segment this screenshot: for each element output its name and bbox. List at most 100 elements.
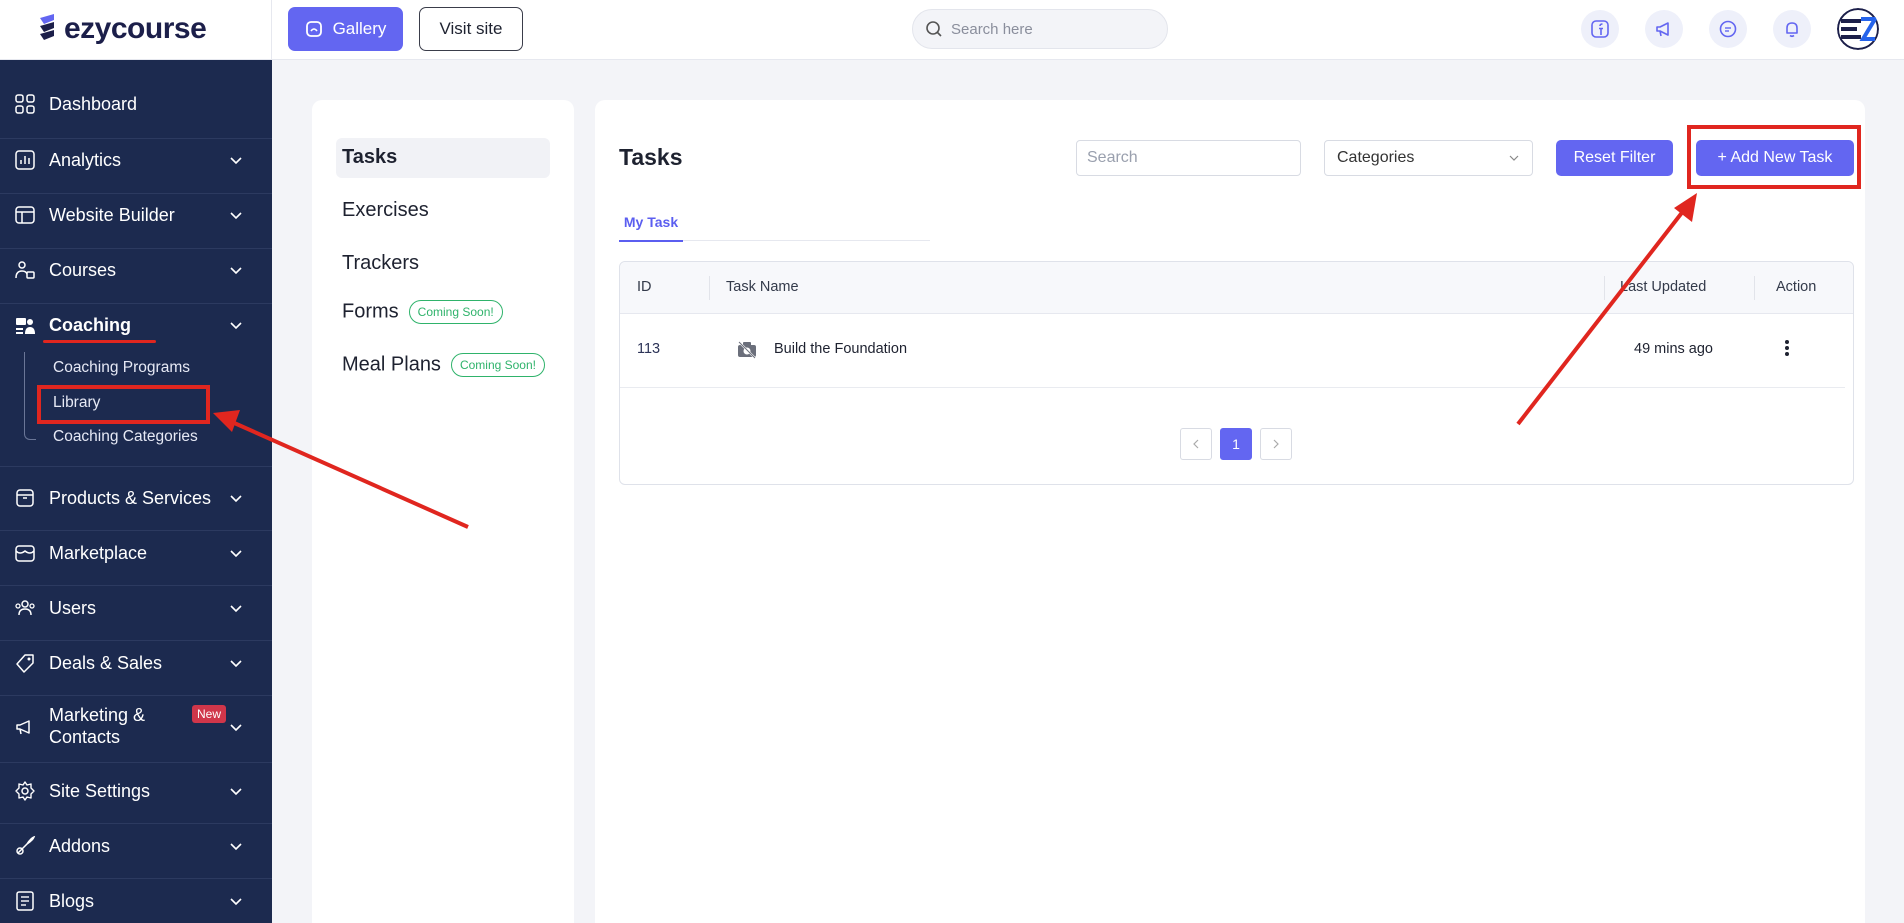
sidebar-subitem-library[interactable]: Library <box>53 394 100 412</box>
chevron-down-icon <box>230 605 242 613</box>
tasks-table: ID Task Name Last Updated Action 113 Bui… <box>619 261 1854 485</box>
chevron-down-icon <box>1509 155 1519 161</box>
chevron-down-icon <box>230 788 242 796</box>
more-vertical-icon <box>1785 340 1789 356</box>
task-name[interactable]: Build the Foundation <box>774 341 907 357</box>
column-header-last-updated: Last Updated <box>1620 279 1707 295</box>
pagination-next[interactable] <box>1260 428 1292 460</box>
deals-icon <box>13 651 37 675</box>
sidebar-divider <box>0 138 272 139</box>
announcement-button[interactable] <box>1645 10 1683 48</box>
sidebar-item-website-builder[interactable]: Website Builder <box>0 202 272 228</box>
sidebar-divider <box>0 878 272 879</box>
library-item-tasks[interactable]: Tasks <box>342 146 397 169</box>
page-title: Tasks <box>619 144 683 170</box>
sidebar-item-label: Analytics <box>49 150 122 170</box>
sidebar-item-marketplace[interactable]: Marketplace <box>0 540 272 566</box>
sidebar-item-products[interactable]: Products & Services <box>0 485 272 511</box>
library-item-exercises[interactable]: Exercises <box>342 199 429 222</box>
analytics-icon <box>13 148 37 172</box>
search-icon <box>926 21 942 37</box>
sidebar-item-addons[interactable]: Addons <box>0 833 272 859</box>
sidebar-item-deals[interactable]: Deals & Sales <box>0 650 272 676</box>
main-panel: Tasks Categories Reset Filter + Add New … <box>595 100 1865 923</box>
coaching-annotation-underline <box>43 340 156 343</box>
sidebar-divider <box>0 585 272 586</box>
library-item-forms[interactable]: Forms Coming Soon! <box>342 300 503 324</box>
chevron-down-icon <box>230 724 242 732</box>
sidebar-item-label: Blogs <box>49 891 95 911</box>
sidebar-item-label: Courses <box>49 260 117 280</box>
sidebar-subitem-coaching-categories[interactable]: Coaching Categories <box>53 428 198 446</box>
new-badge: New <box>192 705 227 723</box>
addons-icon <box>13 834 37 858</box>
task-search[interactable] <box>1076 140 1301 176</box>
library-item-meal-plans[interactable]: Meal Plans Coming Soon! <box>342 353 545 377</box>
chevron-down-icon <box>230 212 242 220</box>
chevron-down-icon <box>230 660 242 668</box>
sidebar-item-coaching[interactable]: Coaching <box>0 312 272 338</box>
gallery-label: Gallery <box>332 19 387 38</box>
task-search-input[interactable] <box>1087 149 1294 167</box>
sidebar-item-label: Products & Services <box>49 488 212 508</box>
pagination-page[interactable]: 1 <box>1220 428 1252 460</box>
sidebar-item-label: Deals & Sales <box>49 653 163 673</box>
marketing-icon <box>13 715 37 739</box>
column-separator <box>1754 276 1755 300</box>
sidebar-divider <box>0 640 272 641</box>
categories-select[interactable]: Categories <box>1324 140 1533 176</box>
sidebar-item-users[interactable]: Users <box>0 595 272 621</box>
chevron-down-icon <box>230 843 242 851</box>
sidebar-item-label: Addons <box>49 836 111 856</box>
sidebar-subitem-coaching-programs[interactable]: Coaching Programs <box>53 359 190 377</box>
sidebar-item-label: Site Settings <box>49 781 151 801</box>
task-last-updated: 49 mins ago <box>1634 341 1713 357</box>
categories-select-value: Categories <box>1337 149 1415 166</box>
global-search[interactable] <box>912 9 1168 49</box>
column-separator <box>1604 276 1605 300</box>
notifications-button[interactable] <box>1773 10 1811 48</box>
chat-icon <box>1719 20 1737 38</box>
table-row[interactable]: 113 Build the Foundation 49 mins ago <box>620 315 1845 388</box>
marketplace-icon <box>13 541 37 565</box>
global-search-input[interactable] <box>951 20 1151 38</box>
brand-logo[interactable]: ezycourse <box>36 12 207 46</box>
visit-site-button[interactable]: Visit site <box>419 7 523 51</box>
table-header: ID Task Name Last Updated Action <box>620 262 1853 314</box>
facebook-button[interactable] <box>1581 10 1619 48</box>
bell-icon <box>1786 22 1798 38</box>
coaching-icon <box>13 313 37 337</box>
column-header-id: ID <box>637 279 652 295</box>
reset-filter-button[interactable]: Reset Filter <box>1556 140 1673 176</box>
sidebar-item-dashboard[interactable]: Dashboard <box>0 91 272 117</box>
add-new-task-button[interactable]: + Add New Task <box>1696 140 1854 176</box>
chevron-down-icon <box>230 898 242 906</box>
sidebar-divider <box>0 303 272 304</box>
chevron-down-icon <box>230 550 242 558</box>
column-header-action: Action <box>1776 279 1817 295</box>
sidebar-item-courses[interactable]: Courses <box>0 257 272 283</box>
sidebar-item-blogs[interactable]: Blogs <box>0 888 272 914</box>
messages-button[interactable] <box>1709 10 1747 48</box>
gallery-icon <box>305 21 322 37</box>
brand-name: ezycourse <box>64 12 207 45</box>
sidebar-divider <box>0 762 272 763</box>
sidebar-item-marketing[interactable]: Marketing & Contacts <box>0 704 272 750</box>
avatar[interactable] <box>1837 8 1879 50</box>
sidebar-item-site-settings[interactable]: Site Settings <box>0 778 272 804</box>
pagination-prev[interactable] <box>1180 428 1212 460</box>
library-item-trackers[interactable]: Trackers <box>342 252 419 275</box>
sidebar-divider <box>0 530 272 531</box>
sidebar-item-analytics[interactable]: Analytics <box>0 147 272 173</box>
gallery-button[interactable]: Gallery <box>288 7 403 51</box>
chevron-left-icon <box>1193 439 1199 449</box>
sidebar-item-label: Dashboard <box>49 94 138 114</box>
submenu-tree-line <box>24 352 36 440</box>
library-item-label: Forms <box>342 300 399 323</box>
sidebar-divider <box>0 248 272 249</box>
sidebar-item-label: Website Builder <box>49 205 175 225</box>
megaphone-icon <box>1656 22 1669 37</box>
row-actions-button[interactable] <box>1784 339 1790 362</box>
sidebar-item-label: Users <box>49 598 97 618</box>
tab-my-task[interactable]: My Task <box>619 214 683 242</box>
